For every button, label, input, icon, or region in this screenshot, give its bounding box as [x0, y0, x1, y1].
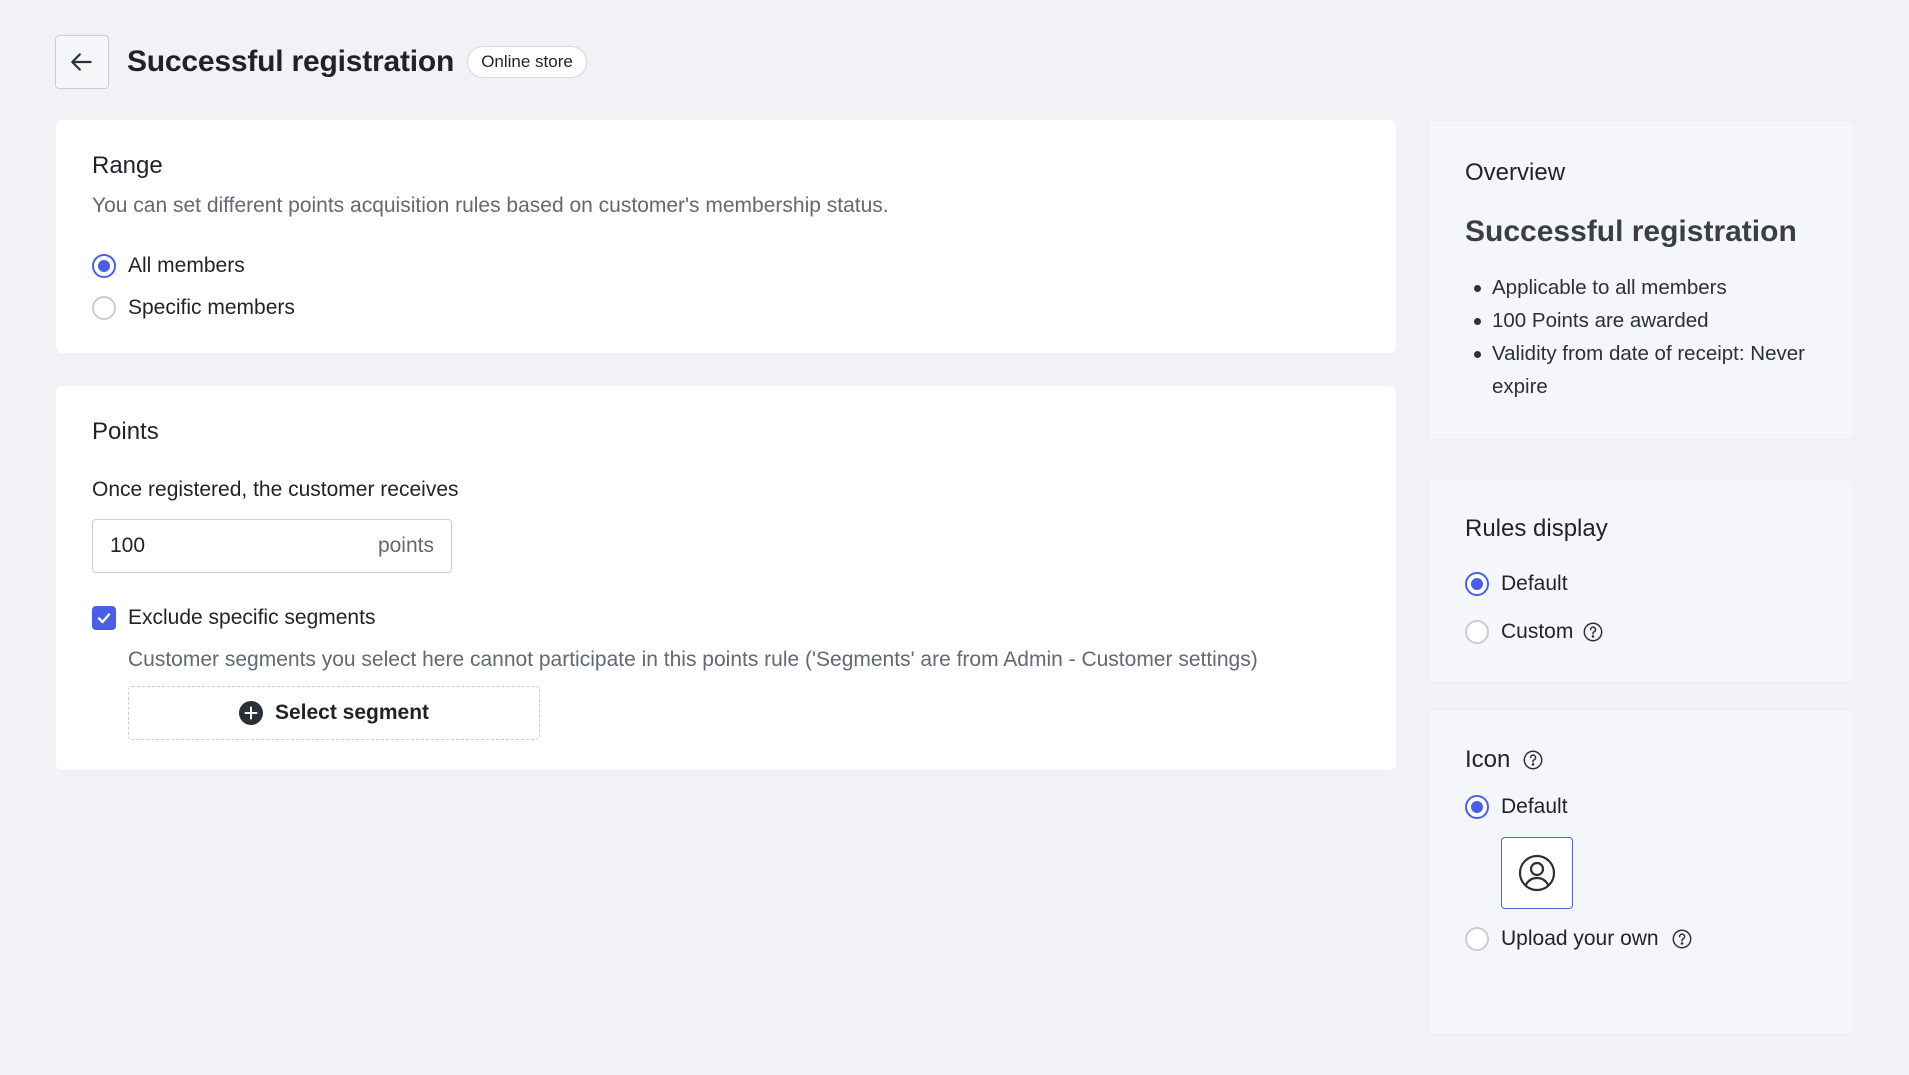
overview-title: Successful registration [1465, 215, 1797, 248]
overview-list: Applicable to all members 100 Points are… [1465, 271, 1825, 403]
select-segment-label: Select segment [274, 701, 430, 724]
points-card: Points Once registered, the customer rec… [56, 386, 1396, 770]
exclude-segments-description: Customer segments you select here cannot… [128, 648, 1258, 671]
range-heading: Range [92, 152, 163, 179]
points-input[interactable]: points [92, 519, 452, 573]
exclude-segments-checkbox-row[interactable]: Exclude specific segments [92, 606, 375, 630]
rules-display-card: Rules display Default Custom [1428, 478, 1854, 683]
page: Successful registration Online store Ran… [0, 0, 1909, 1075]
rules-display-heading: Rules display [1465, 515, 1608, 542]
radio-button[interactable] [1465, 927, 1489, 951]
page-header: Successful registration Online store [55, 35, 587, 89]
radio-rules-custom[interactable]: Custom [1465, 617, 1604, 647]
store-badge: Online store [467, 46, 587, 78]
radio-button[interactable] [92, 296, 116, 320]
icon-card: Icon Default Upload your own [1428, 709, 1854, 1035]
back-button[interactable] [55, 35, 109, 89]
icon-heading-row: Icon [1465, 746, 1544, 774]
list-item: Validity from date of receipt: Never exp… [1465, 337, 1825, 403]
range-description: You can set different points acquisition… [92, 194, 889, 217]
overview-heading: Overview [1465, 159, 1566, 186]
icon-heading: Icon [1465, 746, 1511, 773]
points-suffix: points [377, 534, 434, 557]
list-item: 100 Points are awarded [1465, 304, 1825, 337]
radio-specific-members[interactable]: Specific members [92, 293, 295, 323]
radio-rules-default[interactable]: Default [1465, 569, 1568, 599]
radio-label: Default [1501, 572, 1568, 595]
radio-button-checked[interactable] [1465, 572, 1489, 596]
range-card: Range You can set different points acqui… [56, 120, 1396, 353]
question-circle-icon[interactable] [1582, 621, 1604, 643]
radio-label: Custom [1501, 620, 1574, 643]
radio-label: All members [128, 254, 245, 277]
radio-icon-upload[interactable]: Upload your own [1465, 924, 1693, 954]
radio-all-members[interactable]: All members [92, 251, 245, 281]
points-input-label: Once registered, the customer receives [92, 478, 459, 501]
default-icon-preview[interactable] [1501, 837, 1573, 909]
plus-circle-icon [238, 701, 263, 725]
question-circle-icon[interactable] [1671, 928, 1693, 950]
radio-button-checked[interactable] [92, 254, 116, 278]
points-heading: Points [92, 418, 159, 445]
overview-card: Overview Successful registration Applica… [1428, 120, 1854, 440]
user-circle-icon [1518, 854, 1556, 892]
radio-label: Default [1501, 795, 1568, 818]
question-circle-icon[interactable] [1522, 749, 1544, 771]
radio-button-checked[interactable] [1465, 795, 1489, 819]
exclude-segments-checkbox[interactable] [92, 606, 116, 630]
points-value-field[interactable] [110, 534, 310, 558]
radio-label: Upload your own [1501, 927, 1659, 950]
exclude-segments-label: Exclude specific segments [128, 606, 376, 629]
list-item: Applicable to all members [1465, 271, 1825, 304]
radio-button[interactable] [1465, 620, 1489, 644]
page-title: Successful registration [127, 45, 455, 78]
radio-label: Specific members [128, 296, 295, 319]
select-segment-button[interactable]: Select segment [128, 686, 540, 740]
radio-icon-default[interactable]: Default [1465, 792, 1568, 822]
arrow-left-icon [71, 53, 92, 71]
check-icon [97, 613, 111, 624]
